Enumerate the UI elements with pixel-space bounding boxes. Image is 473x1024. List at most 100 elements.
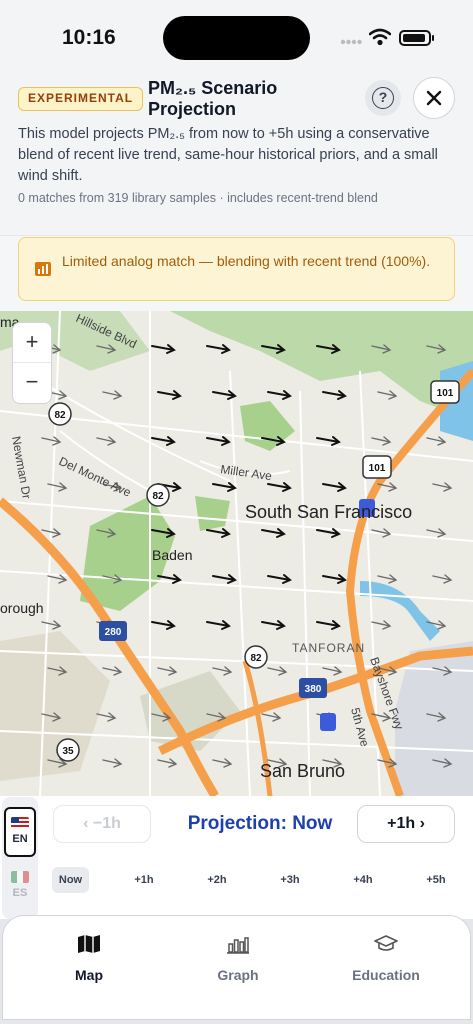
graduation-cap-icon bbox=[374, 935, 398, 951]
wind-arrow-icon bbox=[212, 666, 233, 676]
bottom-navigation: Map Graph Education bbox=[0, 915, 473, 1024]
help-icon: ? bbox=[372, 87, 394, 109]
wind-arrow-icon bbox=[157, 758, 178, 768]
wind-arrow-icon bbox=[157, 666, 178, 676]
wind-arrow-icon bbox=[322, 666, 343, 676]
wind-arrow-icon bbox=[316, 528, 341, 538]
route-101-label-a: 101 bbox=[437, 388, 454, 399]
step-plus-4h[interactable]: +4h bbox=[343, 867, 383, 893]
wind-arrow-icon bbox=[212, 482, 237, 492]
wind-arrow-icon bbox=[377, 390, 398, 400]
bar-chart-icon bbox=[35, 262, 51, 276]
step-plus-5h[interactable]: +5h bbox=[416, 867, 456, 893]
wind-arrow-icon bbox=[322, 390, 347, 400]
wind-arrow-icon bbox=[157, 390, 182, 400]
step-plus-2h[interactable]: +2h bbox=[197, 867, 237, 893]
pm25-map[interactable]: 82 82 82 101 101 280 380 35 South San Fr… bbox=[0, 311, 473, 796]
close-icon bbox=[426, 90, 442, 106]
zoom-control: + − bbox=[12, 322, 52, 404]
wind-arrow-icon bbox=[41, 620, 62, 630]
wind-arrow-icon bbox=[212, 758, 233, 768]
battery-tip bbox=[432, 35, 434, 41]
wind-arrow-icon bbox=[371, 620, 392, 630]
timeline-controls: ‹ −1h Projection: Now +1h › Now +1h +2h … bbox=[40, 797, 473, 919]
hills-area bbox=[170, 311, 473, 421]
map-canvas[interactable]: 82 82 82 101 101 280 380 35 South San Fr… bbox=[0, 311, 473, 796]
wind-arrow-icon bbox=[212, 574, 237, 584]
wind-arrow-icon bbox=[41, 436, 62, 446]
close-button[interactable] bbox=[413, 77, 455, 119]
next-hour-button[interactable]: +1h › bbox=[357, 805, 455, 843]
wind-arrow-icon bbox=[206, 436, 231, 446]
bar-chart-icon bbox=[227, 937, 249, 954]
route-82-label-a: 82 bbox=[54, 410, 66, 421]
zoom-out-button[interactable]: − bbox=[13, 363, 51, 403]
status-time: 10:16 bbox=[62, 26, 116, 49]
wind-arrow-icon bbox=[212, 390, 237, 400]
wind-arrow-icon bbox=[432, 574, 453, 584]
wind-arrow-icon bbox=[371, 436, 392, 446]
step-plus-3h[interactable]: +3h bbox=[270, 867, 310, 893]
previous-hour-button[interactable]: ‹ −1h bbox=[53, 805, 151, 843]
bottom-navigation-panel: Map Graph Education bbox=[2, 915, 471, 1020]
route-82-label-b: 82 bbox=[152, 491, 164, 502]
alert-text: Limited analog match — blending with rec… bbox=[62, 253, 431, 269]
wind-arrow-icon bbox=[267, 666, 288, 676]
wind-arrow-icon bbox=[377, 574, 398, 584]
wind-arrow-icon bbox=[96, 436, 117, 446]
help-button[interactable]: ? bbox=[365, 80, 401, 116]
battery-icon bbox=[399, 30, 431, 46]
projection-header: EXPERIMENTAL PM₂.₅ Scenario Projection ?… bbox=[0, 70, 473, 236]
page-title: PM₂.₅ Scenario Projection bbox=[148, 78, 278, 119]
wind-arrow-icon bbox=[206, 620, 231, 630]
zoom-in-button[interactable]: + bbox=[13, 323, 51, 363]
wind-arrow-icon bbox=[267, 390, 292, 400]
tab-education[interactable]: Education bbox=[326, 934, 446, 983]
language-es-label: ES bbox=[12, 887, 28, 899]
model-description: This model projects PM₂.₅ from now to +5… bbox=[18, 126, 438, 184]
wind-arrow-icon bbox=[96, 712, 117, 722]
tab-map[interactable]: Map bbox=[29, 934, 149, 983]
baden-label: Baden bbox=[152, 547, 192, 563]
wind-arrow-icon bbox=[316, 436, 341, 446]
wifi-icon bbox=[369, 28, 391, 46]
step-plus-1h[interactable]: +1h bbox=[124, 867, 164, 893]
cellular-signal-icon bbox=[340, 39, 362, 45]
orough-label: orough bbox=[0, 600, 44, 616]
tab-graph[interactable]: Graph bbox=[178, 934, 298, 983]
wind-arrow-icon bbox=[261, 712, 282, 722]
step-now[interactable]: Now bbox=[52, 867, 89, 893]
route-35-label: 35 bbox=[62, 746, 74, 757]
analog-match-alert: Limited analog match — blending with rec… bbox=[18, 237, 455, 301]
time-steps: Now +1h +2h +3h +4h +5h bbox=[52, 867, 462, 893]
language-switcher: EN ES bbox=[2, 797, 38, 919]
south-sf-label: South San Francisco bbox=[245, 502, 412, 522]
wind-arrow-icon bbox=[102, 390, 123, 400]
wind-arrow-icon bbox=[426, 528, 447, 538]
map-icon bbox=[78, 935, 100, 953]
language-en-button[interactable]: EN bbox=[4, 807, 36, 857]
previous-hour-label: −1h bbox=[92, 815, 121, 832]
wind-arrow-icon bbox=[432, 482, 453, 492]
route-101-label-b: 101 bbox=[369, 463, 386, 474]
tanforan-label: TANFORAN bbox=[292, 641, 365, 655]
route-380-label: 380 bbox=[305, 684, 322, 695]
projection-title: Projection: Now bbox=[187, 813, 333, 834]
tab-map-label: Map bbox=[75, 967, 103, 983]
wind-arrow-icon bbox=[261, 620, 286, 630]
wind-arrow-icon bbox=[151, 620, 176, 630]
language-en-label: EN bbox=[12, 833, 28, 845]
language-es-button[interactable]: ES bbox=[4, 863, 36, 907]
wind-arrow-icon bbox=[151, 436, 176, 446]
next-hour-label: +1h bbox=[387, 815, 416, 832]
wind-arrow-icon bbox=[206, 344, 231, 354]
wind-arrow-icon bbox=[316, 620, 341, 630]
model-meta: 0 matches from 319 library samples · inc… bbox=[18, 191, 378, 205]
del-monte-label: Del Monte Ave bbox=[57, 454, 134, 500]
park-area-3 bbox=[195, 496, 230, 531]
wind-arrow-icon bbox=[267, 482, 292, 492]
wind-arrow-icon bbox=[267, 574, 292, 584]
tab-graph-label: Graph bbox=[217, 967, 259, 983]
chevron-left-icon: ‹ bbox=[83, 815, 89, 832]
wind-arrow-icon bbox=[102, 758, 123, 768]
